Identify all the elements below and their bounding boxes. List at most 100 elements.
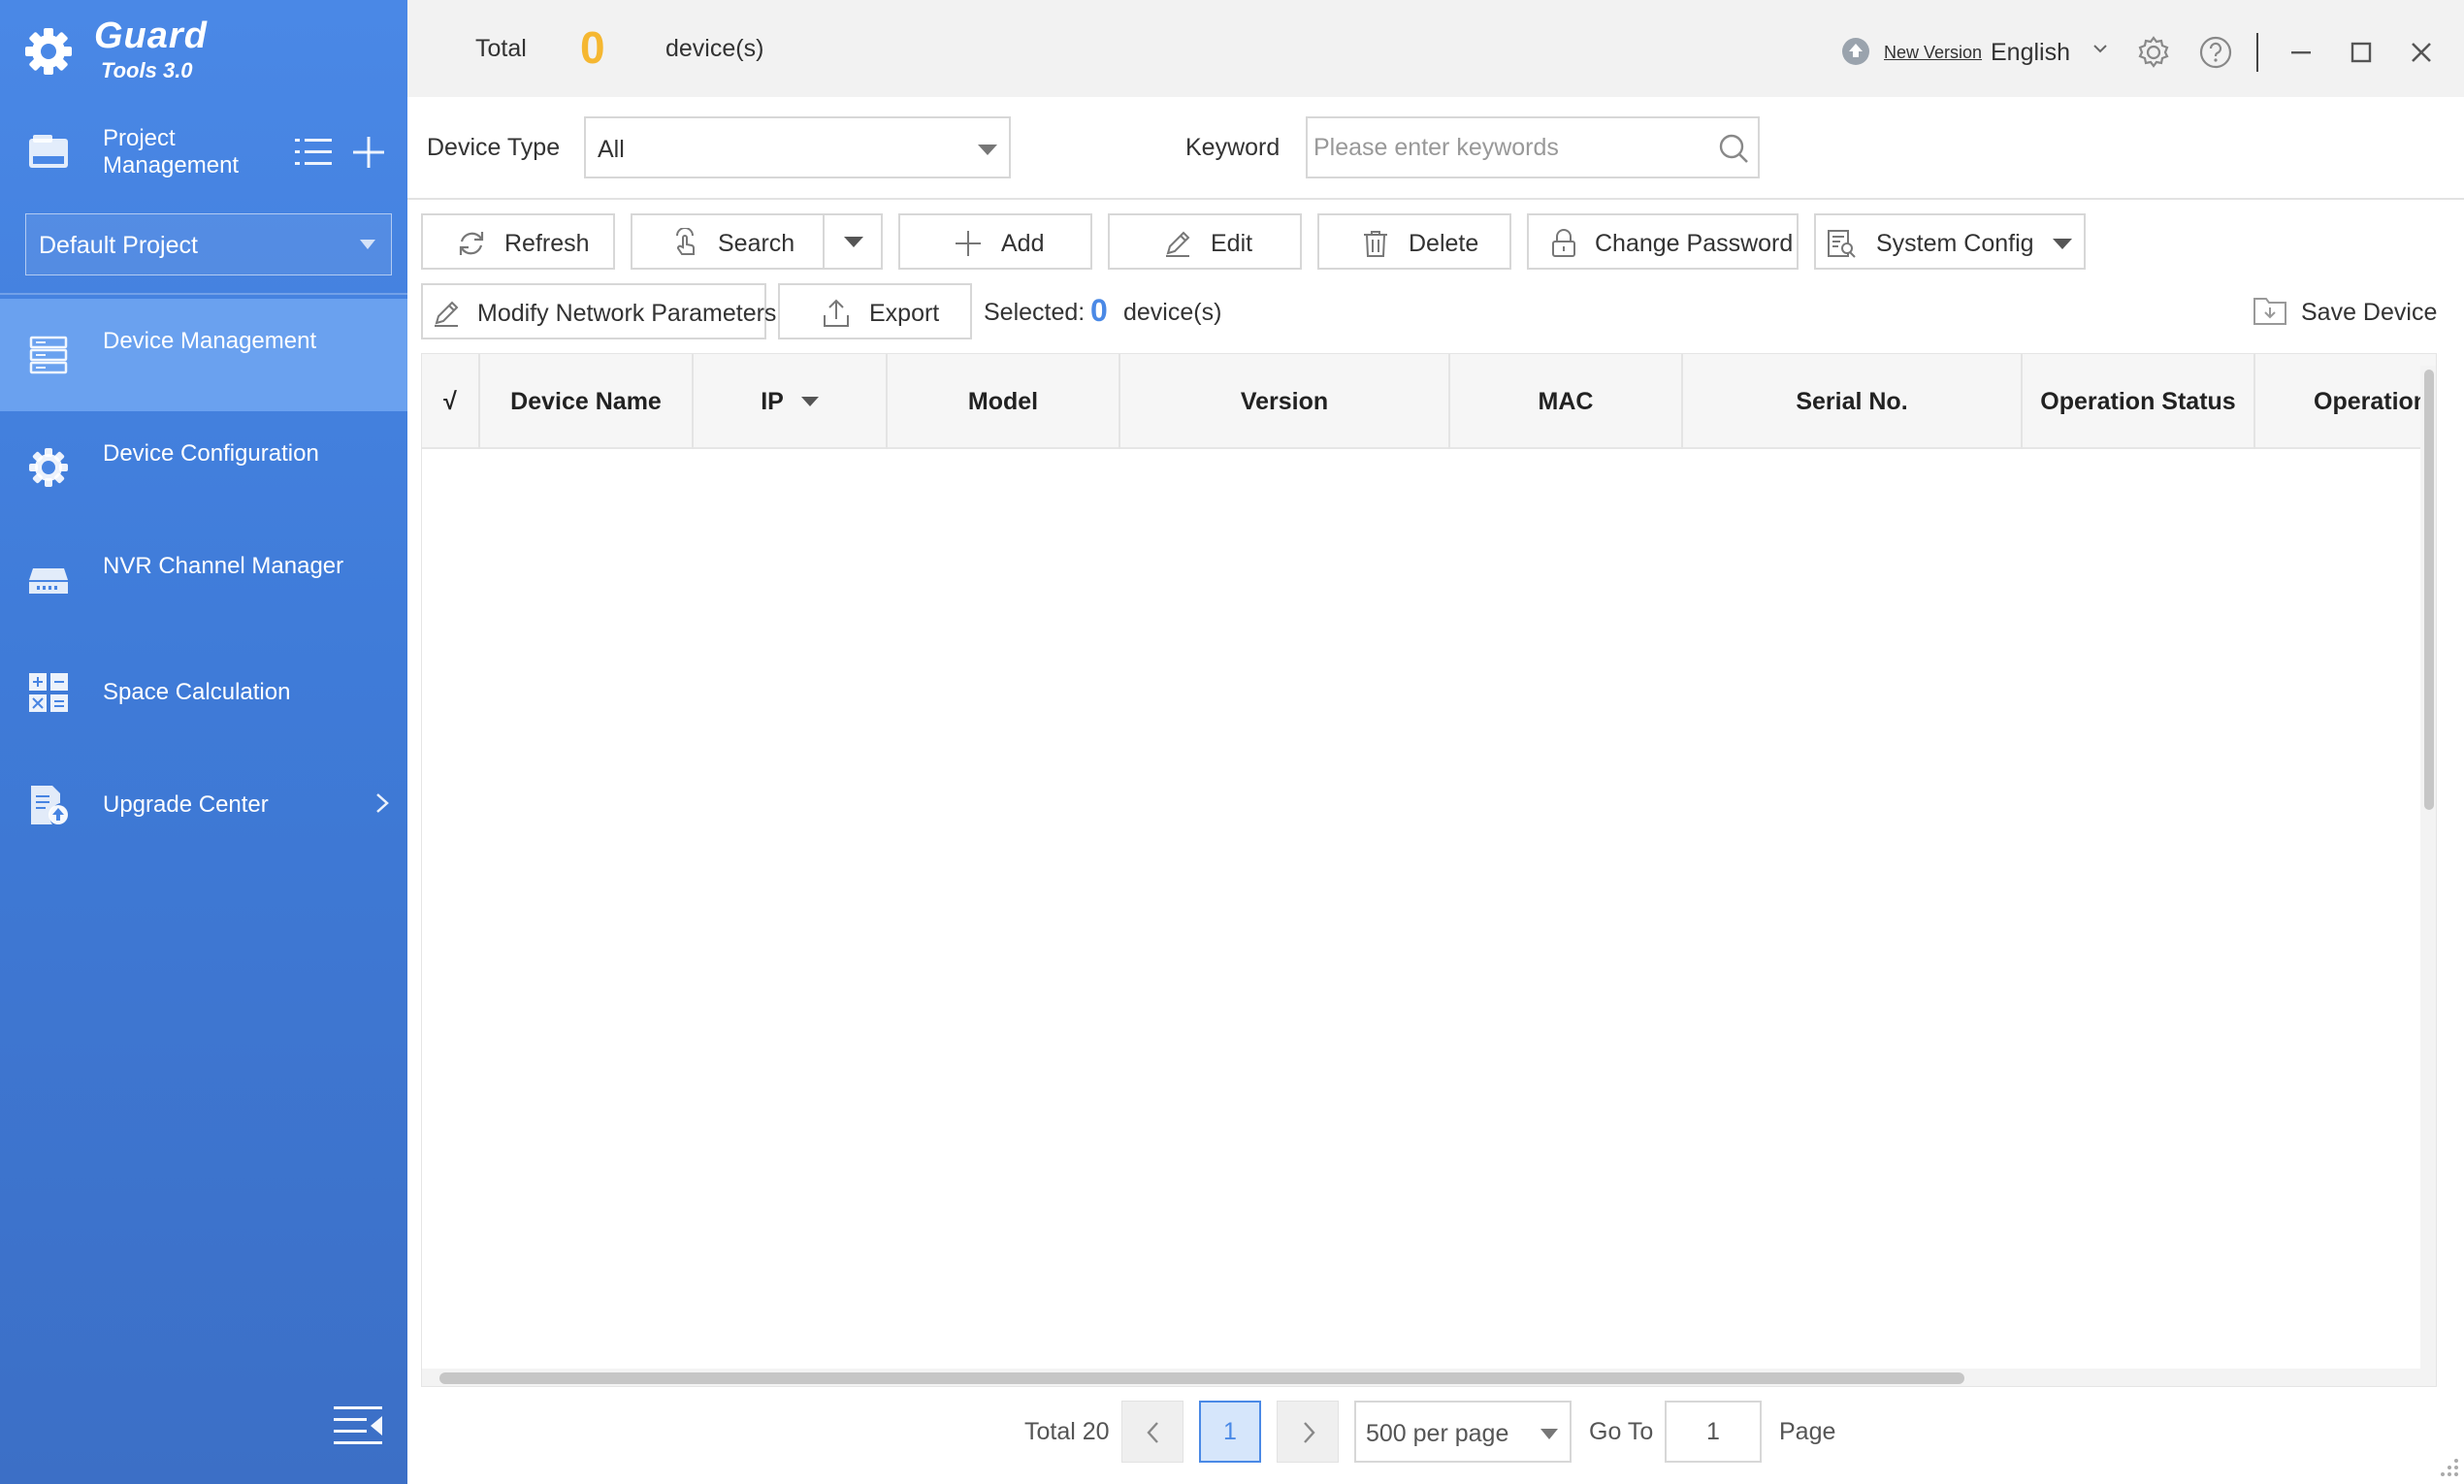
column-header: IP [761,387,784,415]
settings-icon[interactable] [2136,35,2171,70]
export-button[interactable]: Export [778,283,972,339]
system-config-button[interactable]: System Config [1814,213,2086,270]
chevron-right-icon [376,793,389,813]
new-version-link[interactable]: New Version [1884,43,1982,63]
maximize-icon[interactable] [2348,39,2375,66]
caret-down-icon [978,145,997,155]
selected-label: Selected: [984,299,1086,326]
titlebar-separator [2256,33,2258,72]
new-version-icon [1842,38,1869,65]
search-dropdown-toggle[interactable] [823,215,883,268]
column-operation[interactable]: Operation [2255,354,2436,449]
main-area: Total 0 device(s) New Version English De… [407,0,2464,1484]
export-label: Export [869,300,940,327]
refresh-button[interactable]: Refresh [421,213,615,270]
add-button[interactable]: Add [898,213,1092,270]
sidebar-divider [0,293,407,295]
chevron-down-icon[interactable] [2091,43,2109,56]
sort-caret-icon[interactable] [800,397,819,406]
sidebar-item-label: Space Calculation [103,679,291,705]
pencil-icon [1166,231,1190,257]
minimize-icon[interactable] [2287,39,2315,66]
calculator-icon [29,673,68,712]
sidebar-item-upgrade-center[interactable]: Upgrade Center [0,749,407,861]
column-serial-no[interactable]: Serial No. [1683,354,2023,449]
sidebar-item-nvr-channel-manager[interactable]: NVR Channel Manager [0,524,407,636]
pagination-total: Total 20 [1024,1418,1110,1445]
table-header: √ Device Name IP Model Version MAC Seria… [422,354,2436,449]
keyword-input[interactable] [1306,116,1760,178]
chevron-left-icon [1147,1422,1158,1443]
horizontal-scrollbar-thumb[interactable] [439,1372,1964,1384]
next-page-button[interactable] [1277,1401,1339,1463]
system-config-icon [1828,230,1856,258]
goto-page-input[interactable] [1665,1401,1762,1463]
close-icon[interactable] [2408,39,2435,66]
sidebar-item-space-calculation[interactable]: Space Calculation [0,636,407,749]
project-select-value: Default Project [39,232,198,259]
brand-subtitle: Tools 3.0 [101,58,193,82]
change-password-button[interactable]: Change Password [1527,213,1799,270]
edit-button[interactable]: Edit [1108,213,1302,270]
previous-page-button[interactable] [1121,1401,1183,1463]
gear-logo-icon [25,28,72,75]
save-device-button[interactable]: Save Device [2301,299,2437,327]
vertical-scrollbar-thumb[interactable] [2424,370,2434,810]
caret-down-icon[interactable] [2053,239,2072,249]
sidebar-item-label: Device Management [103,328,317,354]
project-select[interactable]: Default Project [25,213,392,275]
trash-icon [1364,231,1387,257]
column-select-all[interactable]: √ [422,354,480,449]
column-device-name[interactable]: Device Name [480,354,694,449]
search-icon[interactable] [1717,132,1750,165]
delete-label: Delete [1409,230,1479,257]
filter-bar: Device Type All Keyword [407,97,2464,200]
column-ip[interactable]: IP [694,354,888,449]
delete-button[interactable]: Delete [1317,213,1511,270]
caret-down-icon [844,237,863,247]
gear-icon [29,448,68,487]
device-type-value: All [598,136,625,163]
page-number-button[interactable]: 1 [1199,1401,1261,1463]
column-version[interactable]: Version [1120,354,1450,449]
export-icon [824,299,849,327]
page-size-select[interactable]: 500 per page [1354,1401,1572,1463]
column-header: Operation [2314,387,2429,415]
column-model[interactable]: Model [888,354,1120,449]
edit-label: Edit [1211,230,1253,257]
sidebar-item-device-configuration[interactable]: Device Configuration [0,411,407,524]
help-icon[interactable] [2198,35,2233,70]
system-config-label: System Config [1876,230,2034,257]
total-label: Total [475,35,527,62]
sidebar-item-label: NVR Channel Manager [103,553,344,579]
page-size-value: 500 per page [1366,1420,1509,1447]
title-bar: Total 0 device(s) New Version English [407,0,2464,97]
column-header: √ [443,387,457,415]
device-table: √ Device Name IP Model Version MAC Seria… [421,353,2437,1387]
goto-label: Go To [1589,1418,1654,1445]
sidebar-item-device-management[interactable]: Device Management [0,299,407,411]
brand-title: Guard [94,16,208,56]
folder-save-icon[interactable] [2253,295,2287,326]
column-mac[interactable]: MAC [1450,354,1683,449]
resize-grip-icon[interactable] [2435,1453,2460,1478]
device-type-select[interactable]: All [584,116,1011,178]
refresh-icon [459,232,484,255]
project-management-label: Project Management [103,125,240,178]
column-operation-status[interactable]: Operation Status [2023,354,2255,449]
column-header: Model [967,387,1039,415]
sidebar: Guard Tools 3.0 Project Management Defau… [0,0,407,1484]
language-select[interactable]: English [1991,39,2070,67]
page-label: Page [1779,1418,1836,1445]
sidebar-item-label: Device Configuration [103,440,319,467]
total-unit: device(s) [665,35,764,62]
project-icon [29,135,68,168]
collapse-sidebar-icon[interactable] [334,1404,384,1445]
pencil-icon [435,301,459,327]
project-list-icon[interactable] [295,135,332,170]
selected-unit: device(s) [1123,299,1222,326]
search-button[interactable]: Search [631,213,883,270]
refresh-label: Refresh [504,230,590,257]
modify-network-parameters-button[interactable]: Modify Network Parameters [421,283,776,339]
add-project-icon[interactable] [351,135,386,170]
